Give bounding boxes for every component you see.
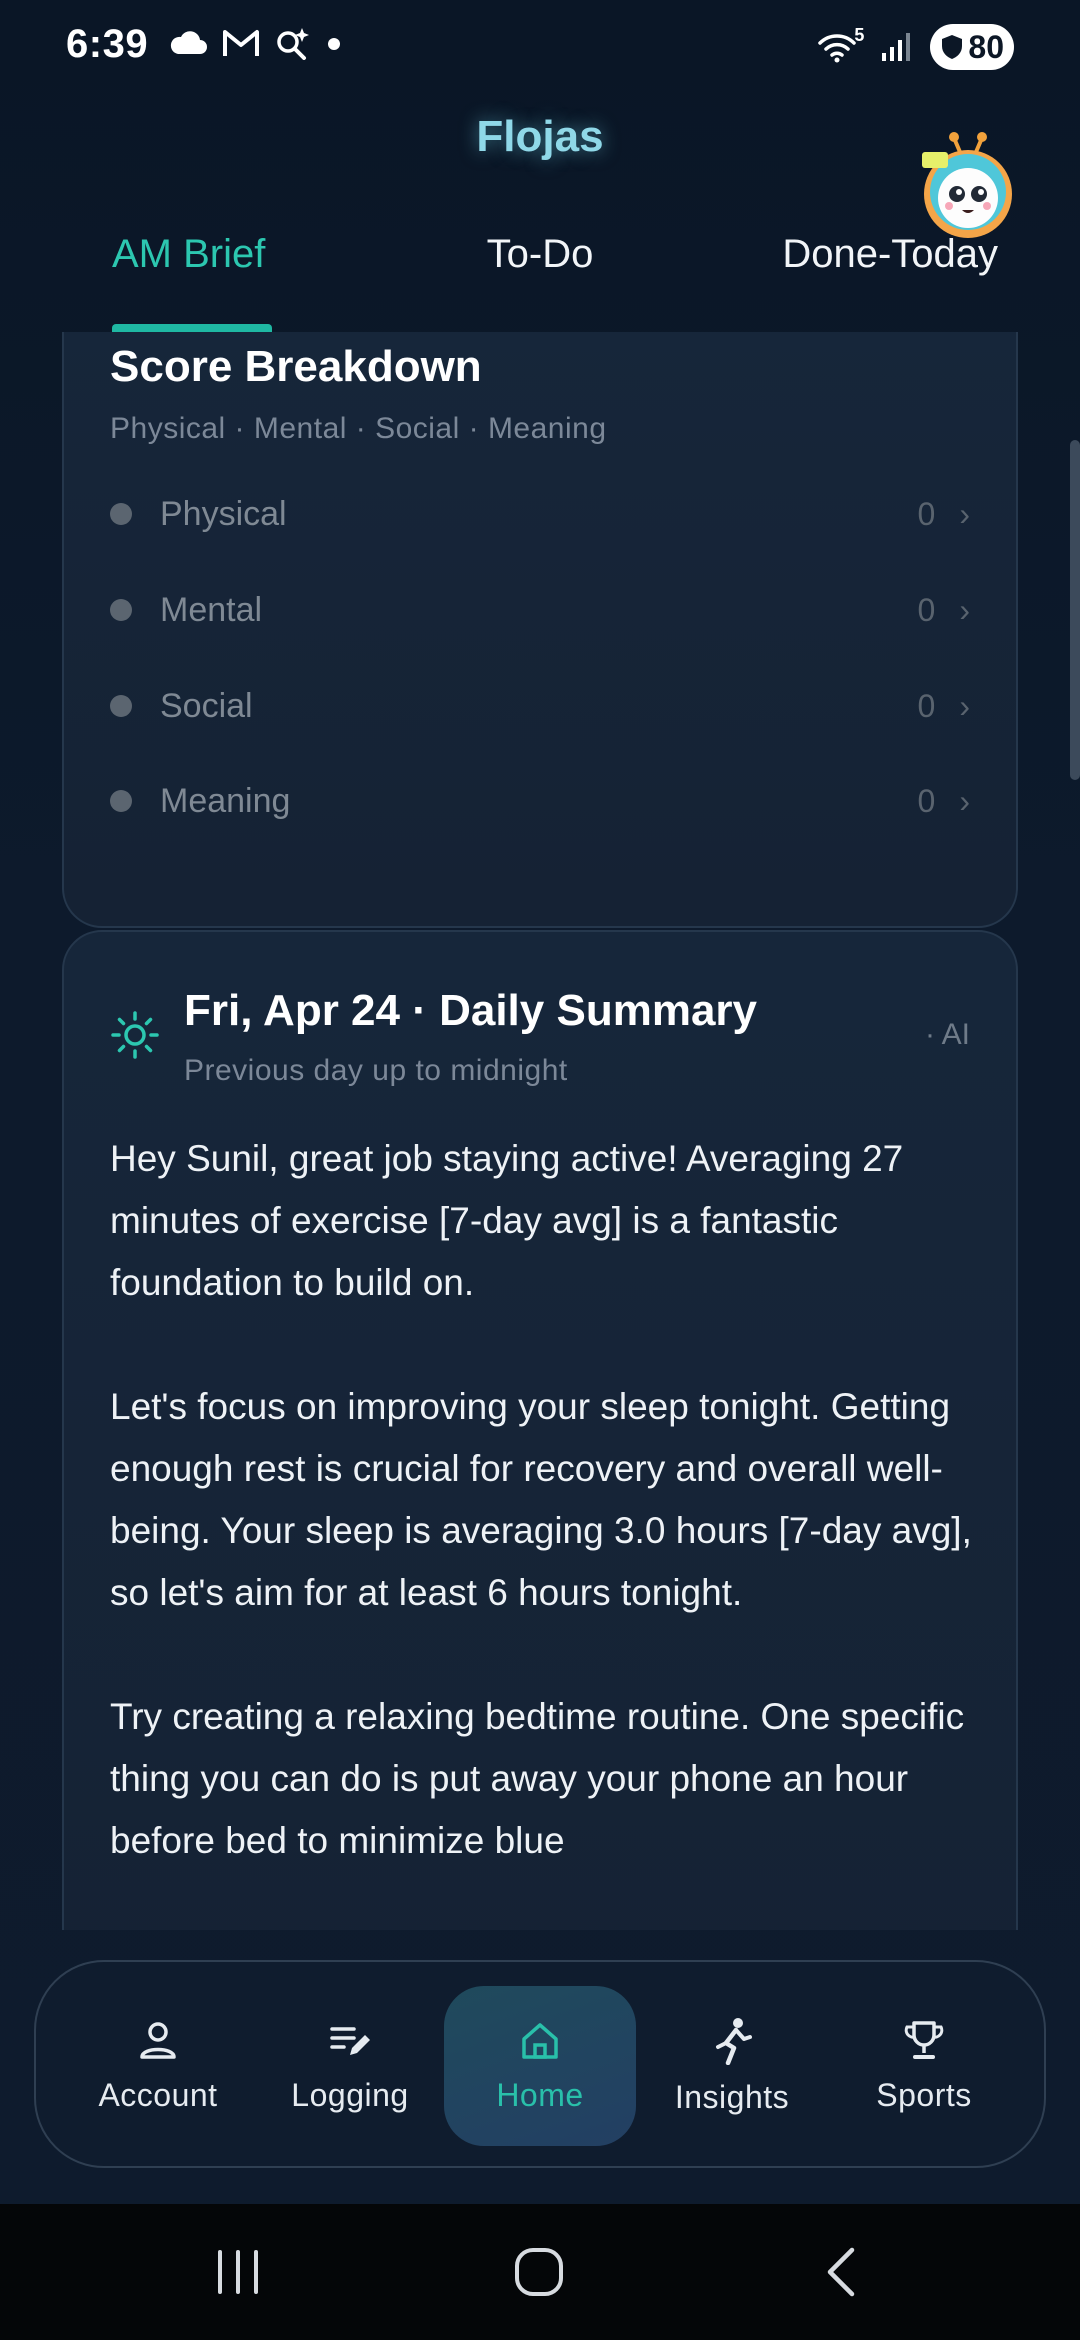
nav-sports[interactable]: Sports (828, 1986, 1020, 2146)
mascot-avatar[interactable] (916, 130, 1020, 242)
breakdown-value: 0 (917, 782, 936, 819)
active-tab-indicator (112, 324, 272, 332)
status-dot (110, 503, 132, 525)
summary-paragraph: Try creating a relaxing bedtime routine.… (110, 1696, 965, 1861)
app-screen: 6:39 5 80 Flojas AM Brief To-Do Done-Tod… (0, 0, 1080, 2340)
summary-paragraph: Let's focus on improving your sleep toni… (110, 1386, 972, 1613)
breakdown-row-mental[interactable]: Mental 0 › (110, 580, 970, 640)
recents-icon[interactable] (208, 2242, 268, 2302)
gmail-icon (223, 30, 259, 56)
breakdown-row-physical[interactable]: Physical 0 › (110, 484, 970, 544)
notification-icons (168, 26, 344, 60)
notification-dot-icon (328, 38, 340, 50)
back-icon[interactable] (814, 2242, 874, 2302)
battery-level: 80 (968, 28, 1004, 65)
system-navigation-bar (0, 2204, 1080, 2340)
scrollbar-thumb[interactable] (1070, 440, 1080, 780)
daily-summary-subtitle: Previous day up to midnight (184, 1054, 568, 1087)
content-scroll-area[interactable]: Score Breakdown Physical · Mental · Soci… (0, 332, 1080, 1930)
chevron-right-icon: › (959, 495, 970, 532)
nav-label: Home (496, 2076, 584, 2113)
daily-summary-title: Fri, Apr 24 · Daily Summary (184, 986, 758, 1035)
daily-summary-body: Hey Sunil, great job staying active! Ave… (110, 1128, 980, 1930)
nav-label: Insights (674, 2078, 790, 2115)
breakdown-row-social[interactable]: Social 0 › (110, 676, 970, 736)
breakdown-label: Physical (160, 494, 287, 533)
assistant-icon (277, 28, 309, 60)
breakdown-value: 0 (917, 495, 936, 532)
wifi-label: 5 (854, 25, 865, 45)
home-icon (522, 2022, 558, 2059)
shield-icon (942, 35, 963, 59)
status-dot (110, 695, 132, 717)
battery-icon: 80 (930, 24, 1014, 70)
breakdown-value: 0 (917, 687, 936, 724)
breakdown-value: 0 (917, 591, 936, 628)
status-dot (110, 790, 132, 812)
nav-account[interactable]: Account (62, 1986, 254, 2146)
nav-home[interactable]: Home (444, 1986, 636, 2146)
daily-summary-card: Fri, Apr 24 · Daily Summary Previous day… (62, 930, 1018, 1930)
score-breakdown-title: Score Breakdown (110, 342, 482, 391)
chevron-right-icon: › (959, 591, 970, 628)
sun-icon (111, 1011, 159, 1059)
status-bar: 6:39 5 80 (0, 0, 1080, 96)
chevron-right-icon: › (959, 687, 970, 724)
breakdown-label: Meaning (160, 781, 291, 820)
wifi-indicator: 5 (818, 25, 864, 65)
nav-label: Logging (291, 2076, 409, 2113)
wifi-icon (818, 34, 857, 63)
breakdown-label: Social (160, 686, 253, 725)
tab-bar: AM Brief To-Do Done-Today (0, 232, 1080, 332)
runner-icon (716, 2017, 752, 2065)
breakdown-label: Mental (160, 590, 263, 629)
nav-logging[interactable]: Logging (254, 1986, 446, 2146)
status-time: 6:39 (66, 22, 149, 66)
nav-label: Sports (876, 2076, 972, 2113)
system-status-icons: 5 80 (818, 24, 1014, 70)
breakdown-row-meaning[interactable]: Meaning 0 › (110, 771, 970, 831)
score-breakdown-subtitle: Physical · Mental · Social · Meaning (110, 412, 607, 445)
ai-badge: · AI (924, 1018, 970, 1051)
status-dot (110, 599, 132, 621)
trophy-icon (904, 2020, 944, 2059)
home-circle-icon[interactable] (509, 2242, 569, 2302)
person-icon (140, 2021, 176, 2059)
summary-paragraph: Hey Sunil, great job staying active! Ave… (110, 1138, 904, 1303)
signal-icon (882, 33, 911, 61)
nav-label: Account (98, 2076, 218, 2113)
score-breakdown-card: Score Breakdown Physical · Mental · Soci… (62, 332, 1018, 928)
edit-list-icon (330, 2026, 370, 2055)
cloud-icon (170, 31, 207, 54)
chevron-right-icon: › (959, 782, 970, 819)
bottom-navigation: Account Logging Home Insights Sports (34, 1960, 1046, 2168)
nav-insights[interactable]: Insights (636, 1986, 828, 2146)
